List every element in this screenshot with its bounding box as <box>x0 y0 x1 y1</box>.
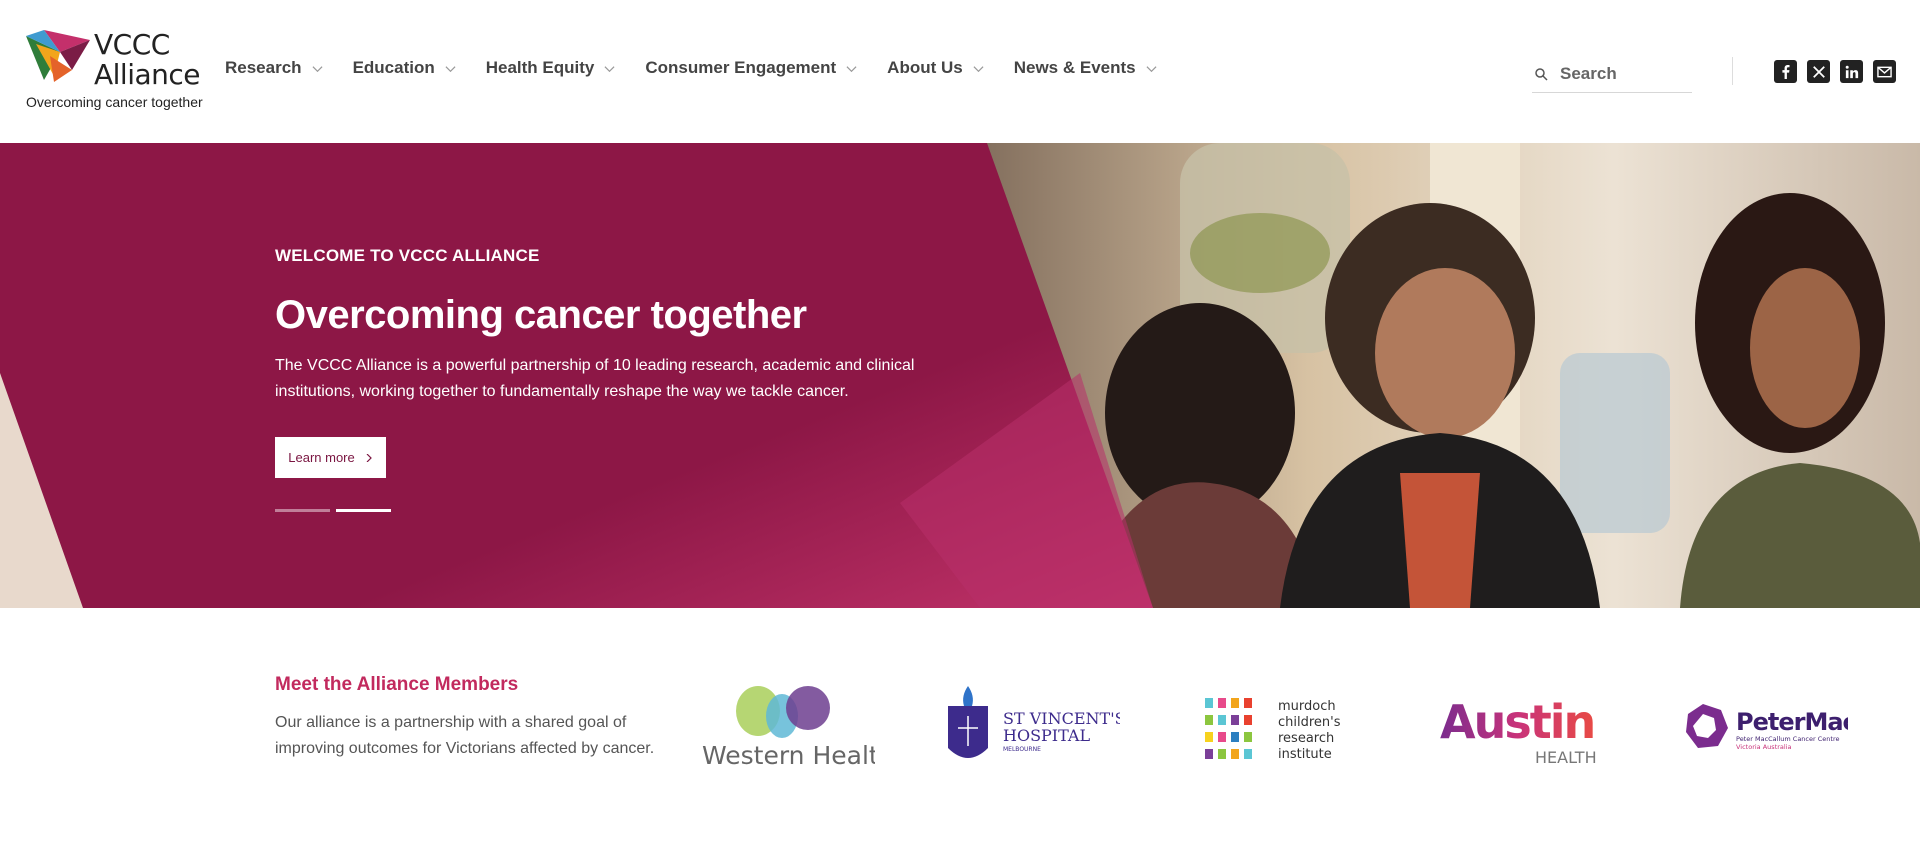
austin-health-logo[interactable]: Austin HEALTH <box>1440 686 1600 768</box>
search-box <box>1532 56 1692 93</box>
svg-text:MELBOURNE: MELBOURNE <box>1003 746 1041 753</box>
svg-text:institute: institute <box>1278 747 1332 762</box>
nav-label: Education <box>352 58 435 77</box>
western-health-logo[interactable]: Western Health <box>700 686 875 768</box>
chevron-down-icon <box>604 65 615 72</box>
main-nav: Research Education Health Equity Consume… <box>225 58 1187 78</box>
chevron-down-icon <box>312 65 323 72</box>
hero-banner: WELCOME TO VCCC ALLIANCE Overcoming canc… <box>0 143 1920 608</box>
email-icon[interactable] <box>1873 60 1896 83</box>
chevron-right-icon <box>366 453 372 462</box>
nav-education[interactable]: Education <box>353 58 456 78</box>
svg-text:children's: children's <box>1278 715 1341 730</box>
hero-title: Overcoming cancer together <box>275 293 807 337</box>
nav-label: Consumer Engagement <box>645 58 837 77</box>
search-icon[interactable] <box>1534 67 1548 81</box>
logo-tagline: Overcoming cancer together <box>26 94 203 110</box>
x-icon[interactable] <box>1807 60 1830 83</box>
murdoch-childrens-logo[interactable]: murdoch children's research institute <box>1203 686 1348 768</box>
svg-text:PeterMac: PeterMac <box>1736 708 1848 736</box>
vccc-logo[interactable]: VCCC Alliance Overcoming cancer together <box>26 28 203 116</box>
hero-description: The VCCC Alliance is a powerful partners… <box>275 357 915 400</box>
chevron-down-icon <box>445 65 456 72</box>
facebook-icon[interactable] <box>1774 60 1797 83</box>
nav-label: About Us <box>887 58 963 77</box>
chevron-down-icon <box>846 65 857 72</box>
site-header: VCCC Alliance Overcoming cancer together… <box>0 0 1920 143</box>
chevron-down-icon <box>973 65 984 72</box>
nav-consumer-engagement[interactable]: Consumer Engagement <box>645 58 857 78</box>
svg-text:Victoria Australia: Victoria Australia <box>1736 743 1792 751</box>
svg-text:research: research <box>1278 731 1334 746</box>
logo-line1: VCCC <box>94 28 170 61</box>
nav-news-events[interactable]: News & Events <box>1014 58 1157 78</box>
linkedin-icon[interactable] <box>1840 60 1863 83</box>
svg-text:murdoch: murdoch <box>1278 699 1336 714</box>
members-title: Meet the Alliance Members <box>275 674 519 695</box>
nav-research[interactable]: Research <box>225 58 323 78</box>
svg-text:HOSPITAL: HOSPITAL <box>1003 726 1090 745</box>
carousel-dot-active[interactable] <box>336 509 391 512</box>
nav-label: Research <box>225 58 302 77</box>
learn-more-label: Learn more <box>288 450 355 465</box>
carousel-dot[interactable] <box>275 509 330 512</box>
st-vincents-logo[interactable]: ST VINCENT'S HOSPITAL MELBOURNE <box>945 686 1120 768</box>
learn-more-button[interactable]: Learn more <box>275 437 386 478</box>
svg-text:Western Health: Western Health <box>702 741 875 768</box>
nav-label: News & Events <box>1013 58 1136 77</box>
logo-mark-icon <box>26 30 90 82</box>
chevron-down-icon <box>1146 65 1157 72</box>
carousel-indicators <box>275 509 397 512</box>
nav-health-equity[interactable]: Health Equity <box>486 58 616 78</box>
svg-text:Peter MacCallum Cancer Centre: Peter MacCallum Cancer Centre <box>1736 735 1839 743</box>
peter-mac-logo[interactable]: PeterMac Peter MacCallum Cancer Centre V… <box>1678 686 1848 768</box>
nav-about-us[interactable]: About Us <box>887 58 984 78</box>
header-divider <box>1732 57 1733 85</box>
svg-text:HEALTH: HEALTH <box>1535 748 1597 767</box>
search-input[interactable] <box>1560 64 1680 84</box>
nav-label: Health Equity <box>485 58 595 77</box>
members-description: Our alliance is a partnership with a sha… <box>275 714 655 757</box>
logo-line2: Alliance <box>94 58 201 91</box>
svg-text:Austin: Austin <box>1440 695 1594 749</box>
hero-eyebrow: WELCOME TO VCCC ALLIANCE <box>275 246 540 265</box>
